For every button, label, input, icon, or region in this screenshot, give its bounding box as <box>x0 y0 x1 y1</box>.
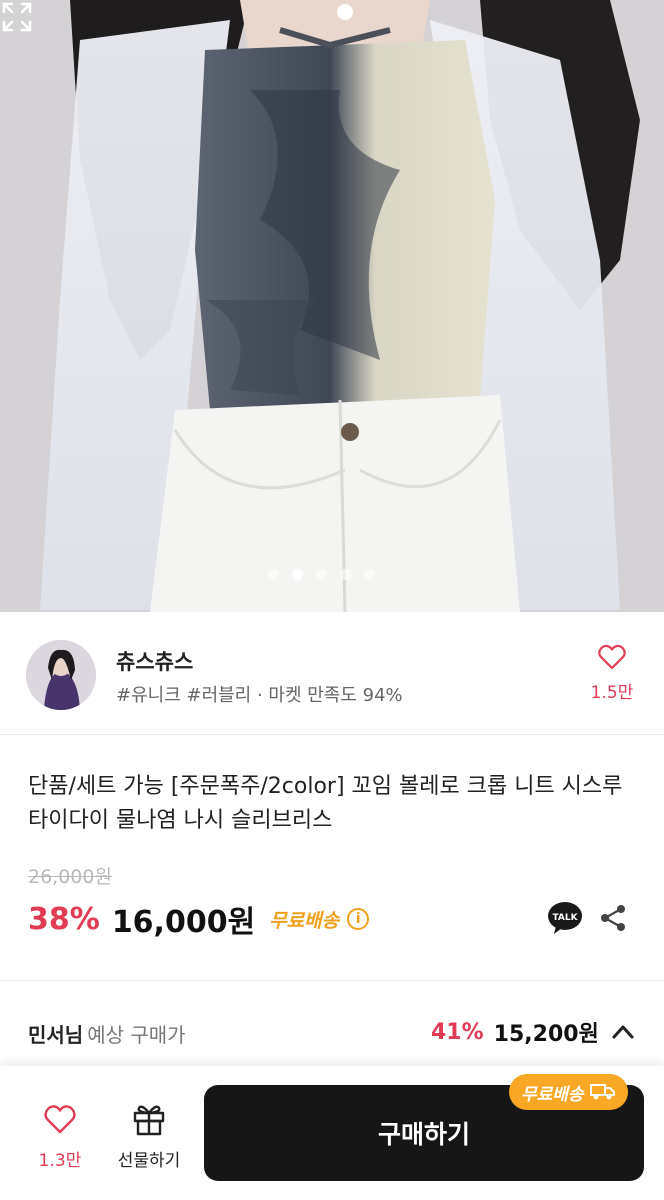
carousel-dots <box>268 569 375 580</box>
expected-discount: 41% <box>431 1019 484 1045</box>
like-button[interactable]: 1.3만 <box>30 1104 90 1171</box>
gift-button[interactable]: 선물하기 <box>110 1102 188 1171</box>
free-shipping-label: 무료배송 <box>269 909 340 932</box>
expected-price-label: 민서님 예상 구매가 <box>28 1019 186 1048</box>
info-icon[interactable]: i <box>347 908 370 930</box>
original-price: 26,000원 <box>28 866 112 888</box>
free-shipping-badge: 무료배송 <box>509 1074 628 1110</box>
gift-icon <box>133 1105 165 1136</box>
price-row: 38% 16,000원 무료배송 i <box>28 897 370 941</box>
heart-icon <box>598 644 626 670</box>
discount-rate: 38% <box>28 901 100 937</box>
expected-amount: 15,200원 <box>493 1022 599 1047</box>
like-count: 1.3만 <box>38 1151 82 1171</box>
product-title: 단품/세트 가능 [주문폭주/2color] 꼬임 볼레로 크롭 니트 시스루 … <box>28 774 623 833</box>
gift-label: 선물하기 <box>117 1151 181 1171</box>
expected-price: 41% 15,200원 <box>431 1016 599 1048</box>
free-shipping-badge-label: 무료배송 <box>521 1084 584 1105</box>
seller-section[interactable] <box>0 612 664 734</box>
svg-text:TALK: TALK <box>552 913 578 923</box>
seller-name[interactable]: 츄스츄스 <box>116 646 193 676</box>
member-name: 민서님 <box>28 1023 84 1047</box>
share-icon[interactable] <box>598 903 628 933</box>
seller-avatar[interactable] <box>26 640 96 710</box>
section-divider <box>0 980 664 981</box>
expected-price-desc: 예상 구매가 <box>87 1023 186 1047</box>
seller-like-count: 1.5만 <box>590 683 634 703</box>
product-image[interactable] <box>0 0 664 612</box>
truck-icon <box>589 1084 615 1100</box>
sale-price: 16,000원 <box>111 905 256 940</box>
seller-like-button[interactable]: 1.5만 <box>586 644 638 703</box>
carousel-dot[interactable] <box>364 569 375 580</box>
chevron-up-icon[interactable] <box>610 1021 636 1043</box>
divider <box>0 734 664 735</box>
product-photo-illustration <box>0 0 664 612</box>
heart-icon <box>44 1105 76 1134</box>
seller-avatar-image <box>26 640 96 710</box>
carousel-dot[interactable] <box>340 569 351 580</box>
talk-icon[interactable]: TALK <box>547 900 583 936</box>
carousel-dot[interactable] <box>268 569 279 580</box>
seller-tags: #유니크 #러블리 · 마켓 만족도 94% <box>116 685 403 706</box>
carousel-dot[interactable] <box>316 569 327 580</box>
carousel-dot-active[interactable] <box>292 569 303 580</box>
expand-icon[interactable] <box>0 0 34 34</box>
